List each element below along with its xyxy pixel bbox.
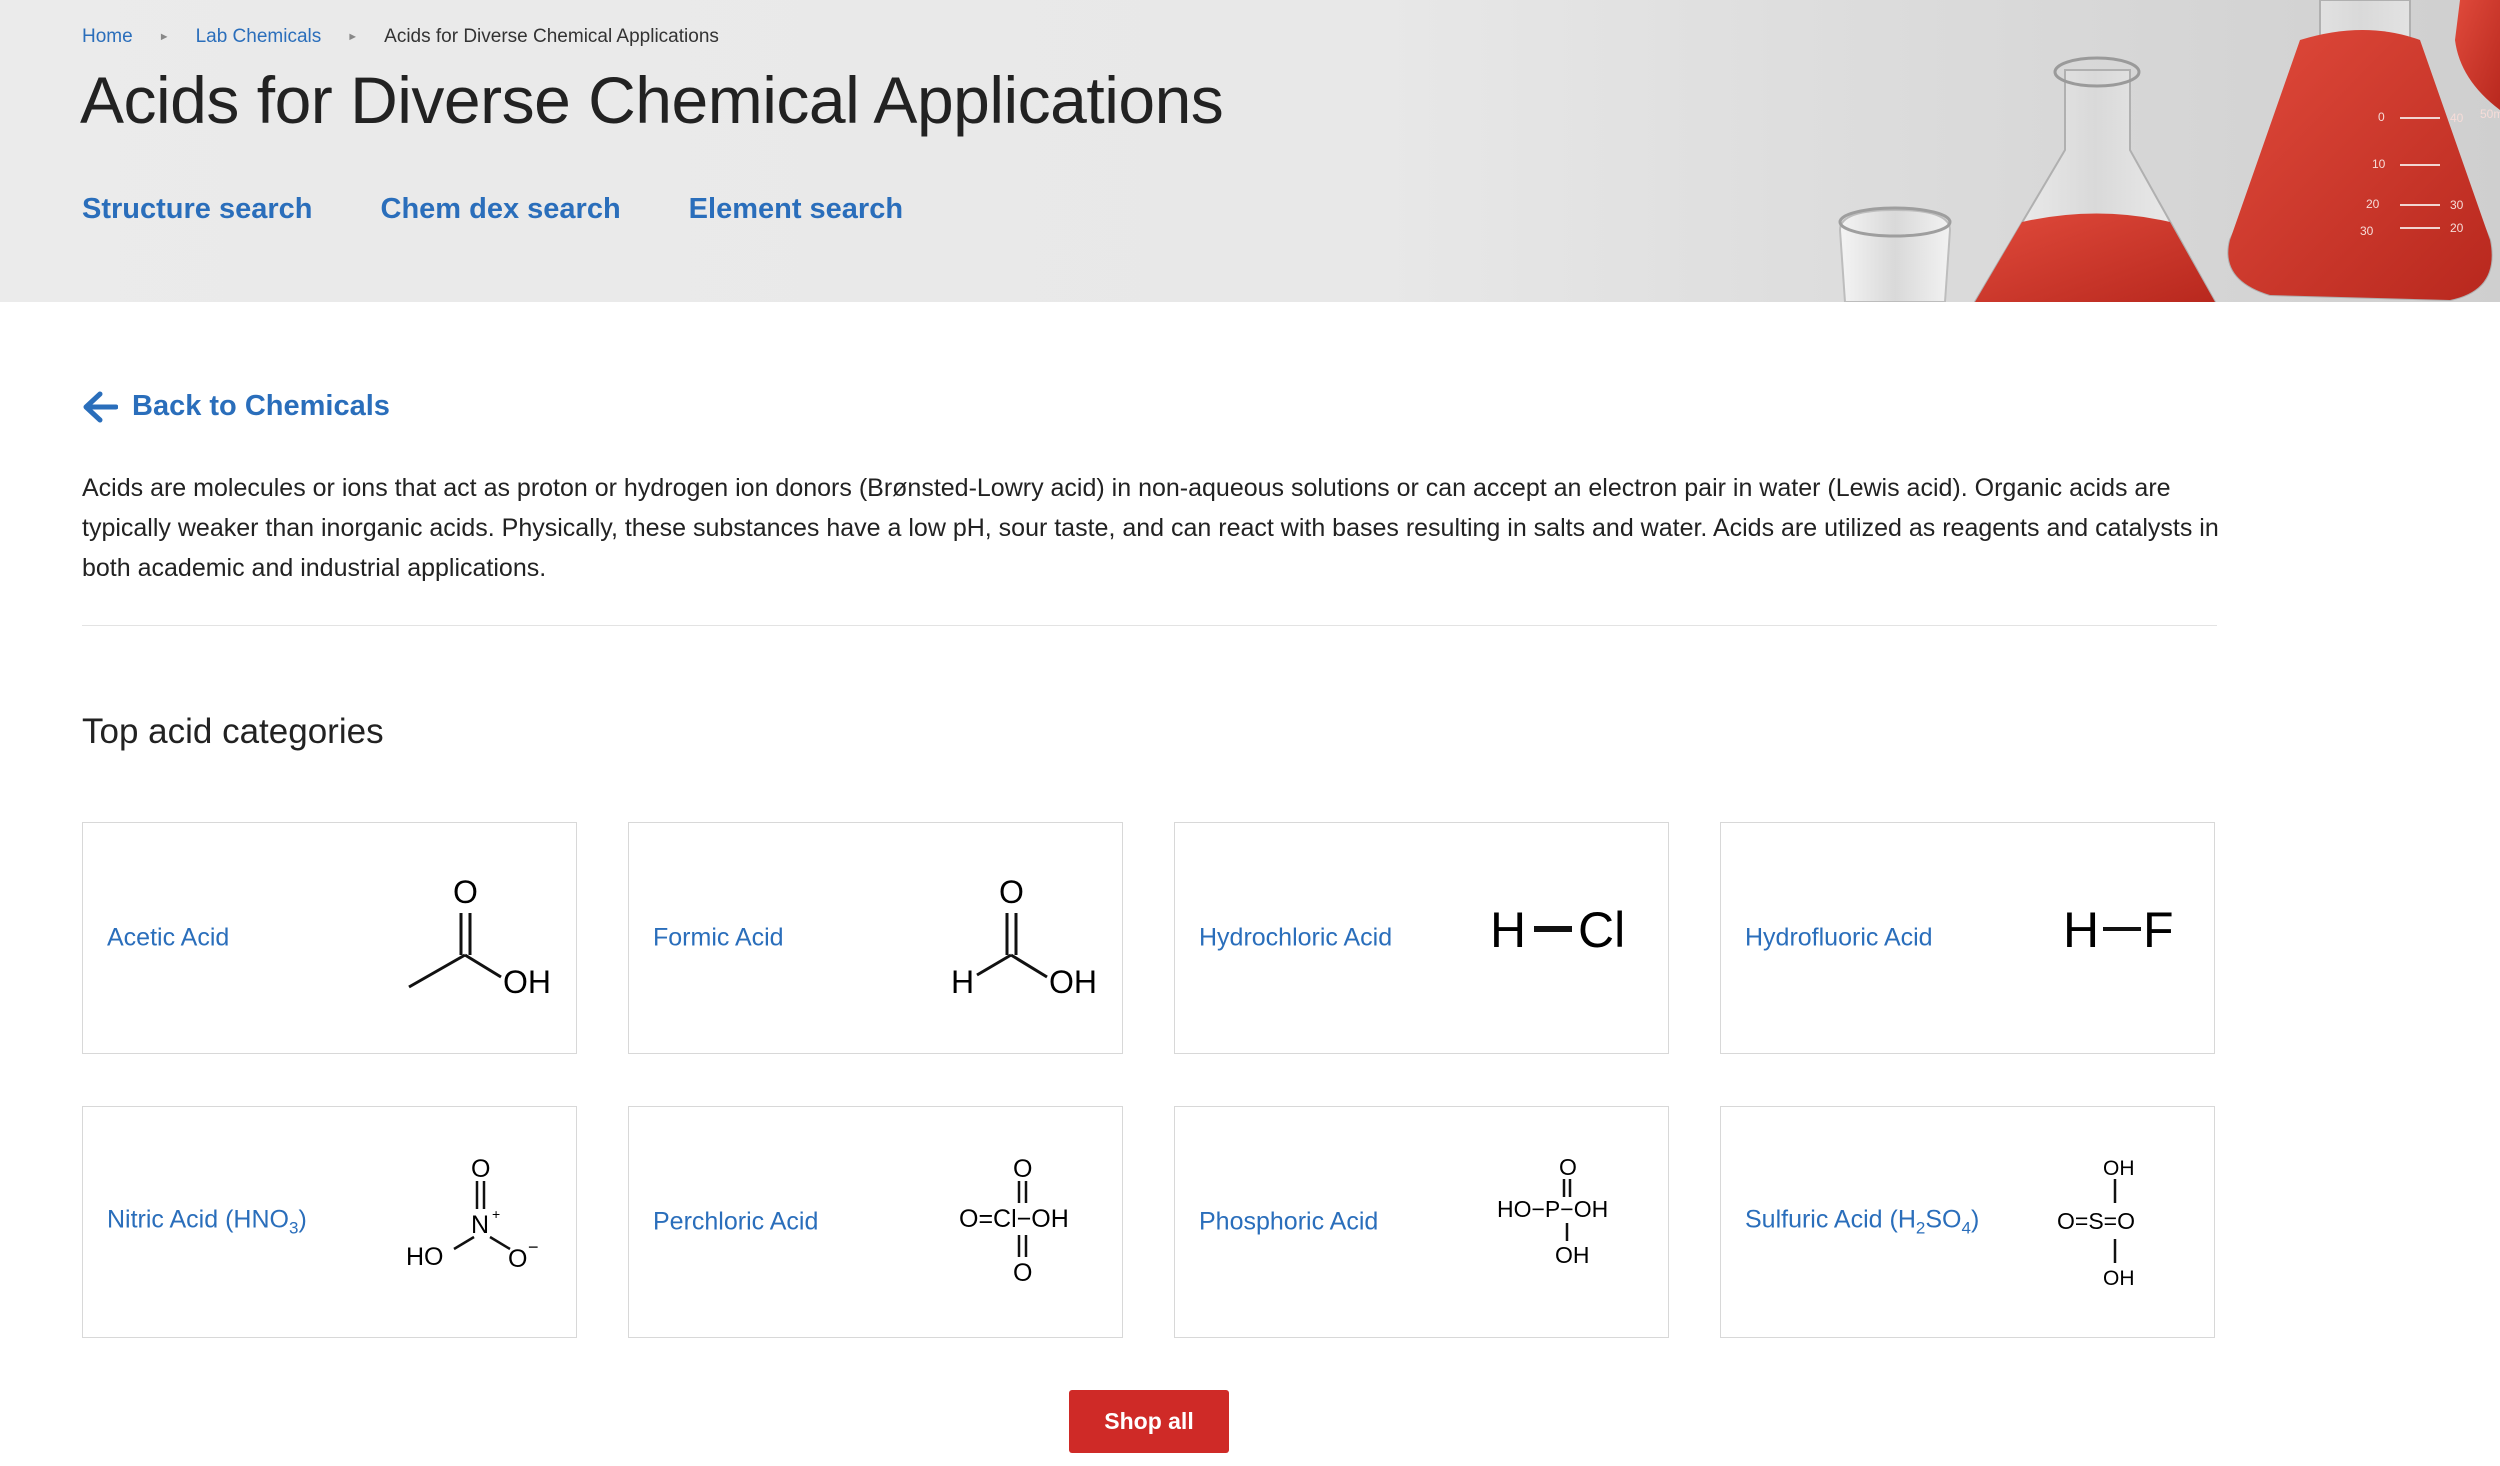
- intro-paragraph: Acids are molecules or ions that act as …: [82, 474, 2219, 582]
- breadcrumb-lab-chemicals[interactable]: Lab Chemicals: [196, 26, 322, 48]
- atom-label: OH: [503, 964, 551, 1000]
- flask-mark-40: 40: [2450, 111, 2464, 125]
- category-label[interactable]: Nitric Acid (HNO3): [107, 1206, 307, 1239]
- category-card-phosphoric-acid[interactable]: Phosphoric Acid O HO−P−OH OH: [1174, 1106, 1669, 1338]
- breadcrumb-current: Acids for Diverse Chemical Applications: [384, 26, 719, 47]
- charge-label: −: [528, 1237, 539, 1257]
- perchloric-acid-structure-icon: O O=Cl−OH O: [959, 1157, 1069, 1287]
- back-to-chemicals-link[interactable]: Back to Chemicals: [82, 390, 390, 423]
- category-card-nitric-acid[interactable]: Nitric Acid (HNO3) O N + HO O −: [82, 1106, 577, 1338]
- phosphoric-acid-structure-icon: O HO−P−OH OH: [1497, 1157, 1608, 1268]
- category-label[interactable]: Perchloric Acid: [653, 1208, 818, 1237]
- atom-label: OH: [2103, 1267, 2135, 1290]
- flask-mark-10: 10: [2372, 157, 2386, 171]
- atom-label: F: [2143, 902, 2174, 958]
- acetic-acid-structure-icon: O OH: [408, 874, 551, 1000]
- category-label[interactable]: Acetic Acid: [107, 924, 229, 953]
- atom-label: O: [453, 874, 478, 910]
- atom-row-label: HO−P−OH: [1497, 1196, 1608, 1222]
- atom-label: O: [1559, 1157, 1577, 1180]
- atom-label: O: [1013, 1259, 1032, 1287]
- element-search-link[interactable]: Element search: [689, 193, 903, 226]
- flask-mark-20: 20: [2450, 221, 2464, 235]
- back-link-label: Back to Chemicals: [132, 390, 390, 422]
- category-label[interactable]: Formic Acid: [653, 924, 784, 953]
- atom-label: O: [999, 874, 1024, 910]
- nitric-acid-structure-icon: O N + HO O −: [406, 1157, 539, 1273]
- atom-label: Cl: [1578, 902, 1625, 958]
- category-card-hydrofluoric-acid[interactable]: Hydrofluoric Acid H F: [1720, 822, 2215, 1054]
- search-links: Structure search Chem dex search Element…: [82, 193, 903, 226]
- breadcrumb-separator-icon: ►: [158, 31, 170, 43]
- structure-search-link[interactable]: Structure search: [82, 193, 313, 226]
- atom-label: HO: [406, 1243, 444, 1271]
- atom-label: OH: [1555, 1242, 1590, 1268]
- hydrofluoric-acid-structure-icon: H F: [2063, 902, 2174, 958]
- category-label[interactable]: Sulfuric Acid (H2SO4): [1745, 1206, 1979, 1239]
- atom-label: O: [508, 1245, 527, 1273]
- category-card-hydrochloric-acid[interactable]: Hydrochloric Acid H Cl: [1174, 822, 1669, 1054]
- lab-flasks-image: 40 30 20 50ml 10 0 20 30: [1838, 0, 2500, 302]
- atom-row-label: O=S=O: [2057, 1208, 2135, 1234]
- atom-label: H: [1490, 902, 1526, 958]
- section-title: Top acid categories: [82, 712, 384, 751]
- divider: [82, 625, 2217, 626]
- breadcrumb-home[interactable]: Home: [82, 26, 133, 48]
- category-card-formic-acid[interactable]: Formic Acid O H OH: [628, 822, 1123, 1054]
- flask-mark-30-left: 30: [2360, 224, 2374, 238]
- atom-label: O: [1013, 1157, 1032, 1183]
- category-card-sulfuric-acid[interactable]: Sulfuric Acid (H2SO4) OH O=S=O OH: [1720, 1106, 2215, 1338]
- atom-label: N: [471, 1211, 489, 1239]
- atom-label: H: [2063, 902, 2099, 958]
- atom-label: OH: [1049, 964, 1097, 1000]
- category-label[interactable]: Hydrofluoric Acid: [1745, 924, 1933, 953]
- charge-label: +: [492, 1206, 500, 1222]
- category-label[interactable]: Phosphoric Acid: [1199, 1208, 1378, 1237]
- category-card-perchloric-acid[interactable]: Perchloric Acid O O=Cl−OH O: [628, 1106, 1123, 1338]
- shop-all-button[interactable]: Shop all: [1069, 1390, 1229, 1453]
- formic-acid-structure-icon: O H OH: [951, 874, 1097, 1000]
- flask-mark-50ml: 50ml: [2480, 107, 2500, 121]
- category-label[interactable]: Hydrochloric Acid: [1199, 924, 1392, 953]
- flask-mark-0: 0: [2378, 110, 2385, 124]
- page-title: Acids for Diverse Chemical Applications: [80, 63, 1224, 137]
- category-card-acetic-acid[interactable]: Acetic Acid O OH: [82, 822, 577, 1054]
- atom-label: H: [951, 964, 974, 1000]
- breadcrumb-separator-icon: ►: [347, 31, 359, 43]
- arrow-left-icon: [83, 391, 118, 422]
- breadcrumb: Home ► Lab Chemicals ► Acids for Diverse…: [82, 26, 719, 48]
- chem-dex-search-link[interactable]: Chem dex search: [381, 193, 621, 226]
- atom-label: OH: [2103, 1157, 2135, 1180]
- atom-row-label: O=Cl−OH: [959, 1205, 1069, 1233]
- sulfuric-acid-structure-icon: OH O=S=O OH: [2057, 1157, 2135, 1290]
- hydrochloric-acid-structure-icon: H Cl: [1490, 902, 1625, 958]
- hero-banner: 40 30 20 50ml 10 0 20 30 Home ► Lab Chem…: [0, 0, 2500, 302]
- flask-mark-30: 30: [2450, 198, 2464, 212]
- atom-label: O: [471, 1157, 490, 1183]
- flask-mark-20-left: 20: [2366, 197, 2380, 211]
